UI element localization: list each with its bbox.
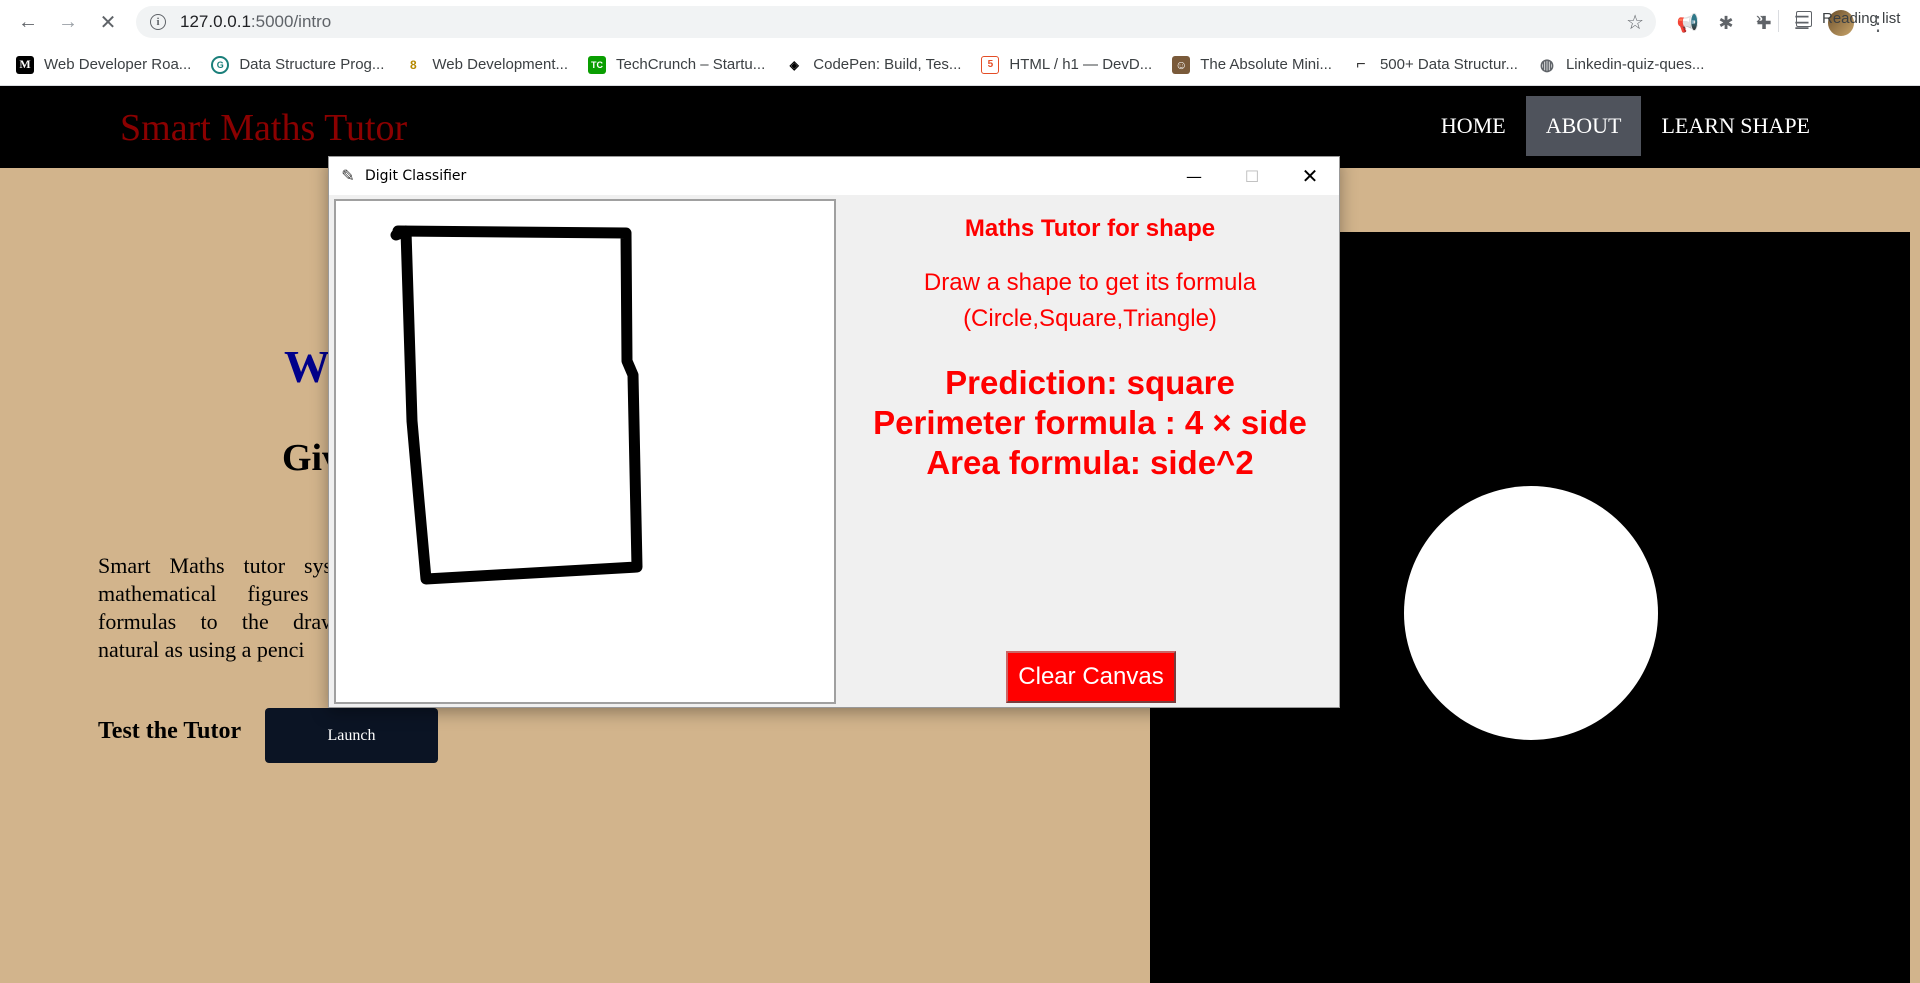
bookmark-item[interactable]: 8 Web Development... [404,56,568,74]
g-favicon-icon: G [211,55,230,74]
minimize-icon[interactable]: — [1165,157,1223,195]
instruction-text: Draw a shape to get its formula (Circle,… [923,269,1257,332]
person-favicon-icon: ☺ [1172,55,1191,74]
drawn-shape [390,225,643,585]
maximize-icon[interactable]: ☐ [1223,157,1281,195]
nav-learn-shape[interactable]: LEARN SHAPE [1641,96,1830,156]
bookmark-item[interactable]: 5 HTML / h1 — DevD... [981,55,1152,74]
address-bar[interactable]: i 127.0.0.1:5000/intro ☆ [136,6,1656,38]
hero-paragraph: Smart Maths tutor syste mathematical fig… [98,553,348,662]
nav-about[interactable]: ABOUT [1525,96,1642,156]
reading-list-icon [1796,10,1812,27]
bug-extension-icon[interactable]: ✱ [1714,11,1738,35]
html5-favicon-icon: 5 [981,55,1000,74]
area-label: Area formula: side^2 [926,444,1254,481]
test-tutor-label: Test the Tutor [98,718,242,744]
hero-heading: W [284,341,330,392]
site-info-icon[interactable]: i [150,14,166,30]
medium-favicon-icon: M [16,55,34,74]
clear-canvas-button[interactable]: Clear Canvas [1006,651,1176,703]
stop-loading-icon[interactable]: ✕ [94,8,122,36]
feather-icon: ✎ [341,168,355,185]
bookmark-item[interactable]: ◍ Linkedin-quiz-ques... [1538,56,1704,74]
bookmark-item[interactable]: TC TechCrunch – Startu... [588,55,765,74]
bookmark-item[interactable]: ⌐ 500+ Data Structur... [1352,56,1518,74]
circle-shape [1404,486,1658,740]
globe-favicon-icon: ◍ [1539,56,1554,74]
launch-button[interactable]: Launch [265,708,438,763]
bookmark-item[interactable]: M Web Developer Roa... [16,55,191,74]
window-title: Digit Classifier [365,168,467,184]
bookmark-item[interactable]: G Data Structure Prog... [211,55,384,74]
bookmark-item[interactable]: ☺ The Absolute Mini... [1172,55,1332,74]
prediction-label: Prediction: square [945,364,1235,401]
nav-home[interactable]: HOME [1421,96,1526,156]
digit-classifier-window: ✎ Digit Classifier — ☐ ✕ Maths Tutor for… [328,156,1340,708]
bookmark-item[interactable]: ◈ CodePen: Build, Tes... [785,56,962,74]
forward-icon[interactable]: → [54,8,82,36]
window-titlebar[interactable]: ✎ Digit Classifier — ☐ ✕ [329,157,1339,195]
site-brand[interactable]: Smart Maths Tutor [120,106,407,150]
bracket-favicon-icon: ⌐ [1356,55,1366,73]
drawing-canvas[interactable] [334,199,836,704]
back-icon[interactable]: ← [14,8,42,36]
bookmarks-divider [1778,10,1779,32]
prediction-result: Prediction: square Perimeter formula : 4… [841,363,1339,483]
codepen-favicon-icon: ◈ [789,57,799,72]
techcrunch-favicon-icon: TC [588,55,607,74]
site-nav-links: HOME ABOUT LEARN SHAPE [1421,96,1830,156]
perimeter-label: Perimeter formula : 4 × side [873,404,1307,441]
browser-toolbar: ← → ✕ i 127.0.0.1:5000/intro ☆ 📢 ✱ ✚ ☰ ⋮ [0,0,1920,44]
reading-list-button[interactable]: Reading list [1796,10,1900,27]
bookmark-star-icon[interactable]: ☆ [1626,10,1644,35]
bookmarks-bar: M Web Developer Roa... G Data Structure Pr… [0,44,1920,86]
close-icon[interactable]: ✕ [1281,157,1339,195]
result-panel: Maths Tutor for shape Draw a shape to ge… [841,195,1339,705]
w3-favicon-icon: 8 [410,57,417,72]
panel-heading: Maths Tutor for shape [964,215,1216,242]
more-bookmarks-icon[interactable]: » [1756,10,1765,28]
url-text: 127.0.0.1:5000/intro [180,12,332,31]
megaphone-extension-icon[interactable]: 📢 [1676,11,1700,35]
